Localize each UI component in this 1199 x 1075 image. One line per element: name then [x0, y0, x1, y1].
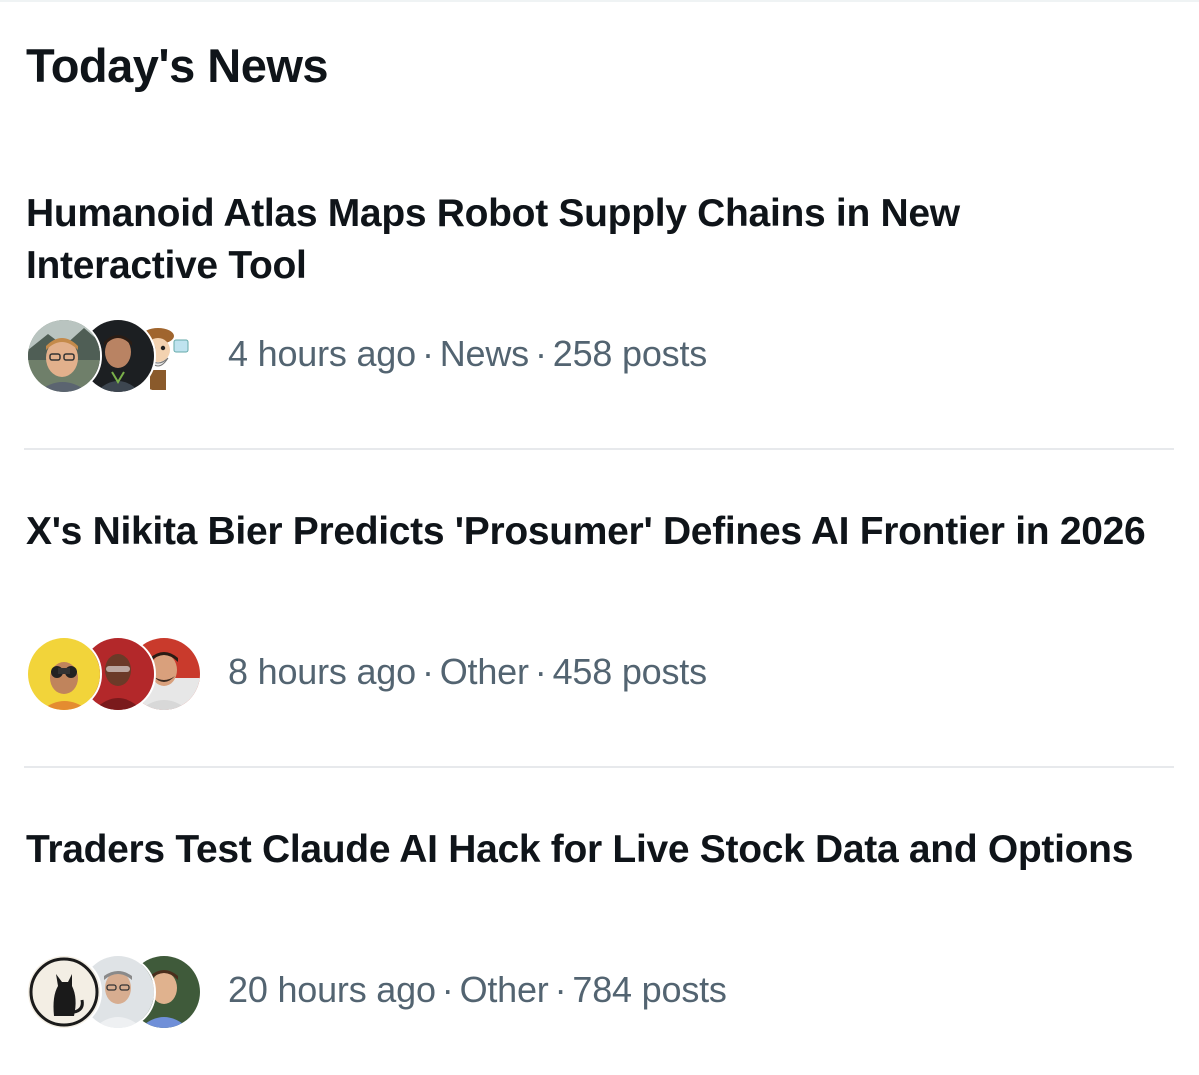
news-post-count: 784 posts	[572, 969, 727, 1010]
avatar	[26, 636, 102, 712]
meta-separator: ·	[441, 969, 454, 1010]
news-meta: 8 hours ago · Other · 458 posts	[26, 634, 707, 712]
news-category: News	[439, 333, 529, 374]
news-meta-text: 20 hours ago · Other · 784 posts	[228, 969, 727, 1011]
divider	[24, 766, 1174, 768]
news-item[interactable]: Traders Test Claude AI Hack for Live Sto…	[0, 824, 1199, 1054]
news-headline[interactable]: X's Nikita Bier Predicts 'Prosumer' Defi…	[26, 506, 1146, 558]
top-border	[0, 0, 1199, 2]
meta-separator: ·	[534, 333, 547, 374]
meta-separator: ·	[534, 651, 547, 692]
meta-separator: ·	[421, 651, 434, 692]
news-meta-text: 8 hours ago · Other · 458 posts	[228, 651, 707, 693]
section-title: Today's News	[26, 39, 329, 92]
news-meta-text: 4 hours ago · News · 258 posts	[228, 333, 707, 375]
news-post-count: 258 posts	[552, 333, 708, 374]
avatar	[26, 954, 102, 1030]
news-headline[interactable]: Traders Test Claude AI Hack for Live Sto…	[26, 824, 1146, 876]
meta-separator: ·	[554, 969, 567, 1010]
news-category: Other	[459, 969, 549, 1010]
news-headline[interactable]: Humanoid Atlas Maps Robot Supply Chains …	[26, 188, 1146, 292]
avatar-stack	[26, 952, 202, 1030]
news-time: 4 hours ago	[228, 333, 416, 374]
divider	[24, 448, 1174, 450]
news-item[interactable]: Humanoid Atlas Maps Robot Supply Chains …	[0, 188, 1199, 418]
news-item[interactable]: X's Nikita Bier Predicts 'Prosumer' Defi…	[0, 506, 1199, 736]
avatar-stack	[26, 316, 202, 394]
avatar	[26, 318, 102, 394]
news-meta: 4 hours ago · News · 258 posts	[26, 316, 707, 394]
news-time: 20 hours ago	[228, 969, 436, 1010]
news-meta: 20 hours ago · Other · 784 posts	[26, 952, 727, 1030]
news-time: 8 hours ago	[228, 651, 416, 692]
news-post-count: 458 posts	[552, 651, 708, 692]
meta-separator: ·	[421, 333, 434, 374]
news-category: Other	[439, 651, 529, 692]
avatar-stack	[26, 634, 202, 712]
